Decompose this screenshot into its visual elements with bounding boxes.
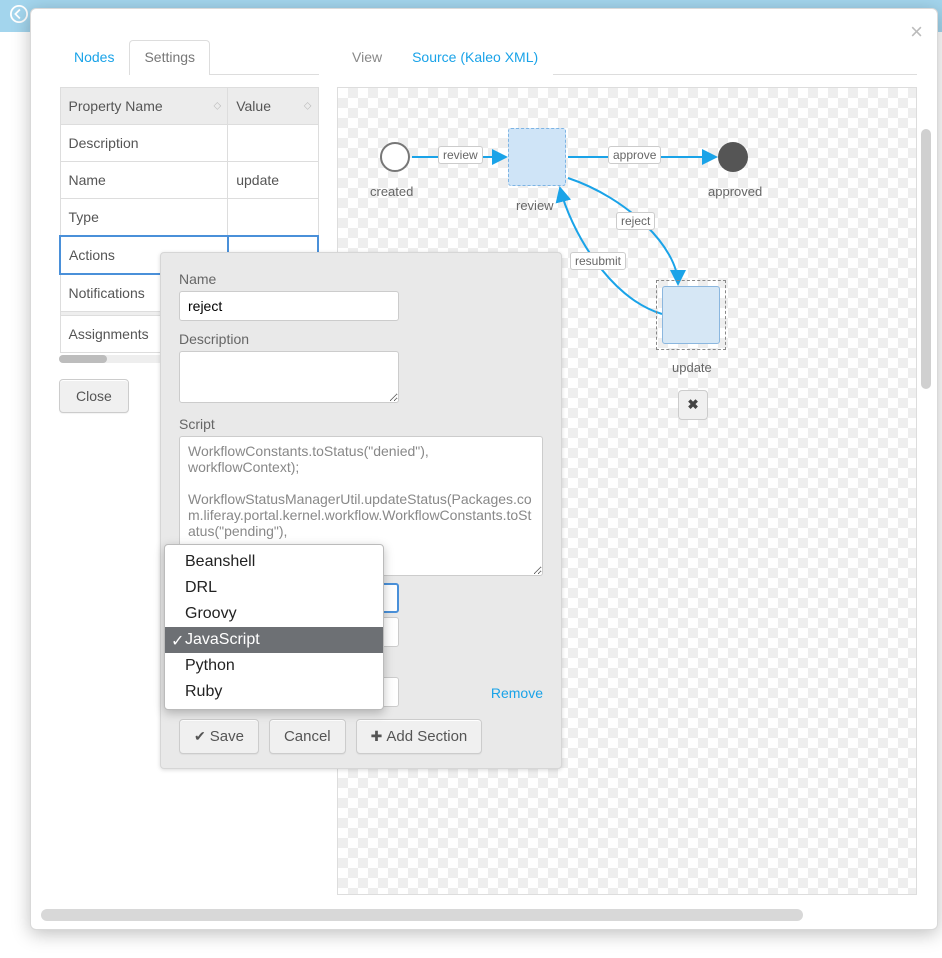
node-label: update: [672, 360, 712, 375]
right-tabs: View Source (Kaleo XML): [337, 39, 917, 75]
sort-icon: ◇: [214, 101, 222, 112]
description-field[interactable]: [179, 351, 399, 403]
sort-icon: ◇: [304, 101, 312, 112]
script-label: Script: [179, 416, 543, 432]
name-field[interactable]: [179, 291, 399, 321]
tab-nodes[interactable]: Nodes: [59, 40, 129, 75]
add-section-button[interactable]: ✚Add Section: [356, 719, 483, 754]
node-label: approved: [708, 184, 762, 199]
save-button[interactable]: ✔Save: [179, 719, 259, 754]
delete-node-button[interactable]: ✖: [678, 390, 708, 420]
edge-label-review[interactable]: review: [438, 146, 483, 164]
edge-label-resubmit[interactable]: resubmit: [570, 252, 626, 270]
tab-view[interactable]: View: [337, 40, 397, 75]
node-update[interactable]: [662, 286, 720, 344]
dropdown-option[interactable]: DRL: [165, 575, 383, 601]
table-row[interactable]: Nameupdate: [60, 162, 318, 199]
dropdown-option[interactable]: Ruby: [165, 679, 383, 705]
script-language-dropdown[interactable]: BeanshellDRLGroovyJavaScriptPythonRuby: [164, 544, 384, 710]
dropdown-option[interactable]: Beanshell: [165, 549, 383, 575]
left-tabs: Nodes Settings: [59, 39, 319, 75]
edge-label-reject[interactable]: reject: [616, 212, 655, 230]
tab-source[interactable]: Source (Kaleo XML): [397, 40, 553, 75]
node-review[interactable]: [508, 128, 566, 186]
node-approved[interactable]: [718, 142, 748, 172]
check-icon: ✔: [194, 728, 206, 744]
close-icon[interactable]: ×: [910, 21, 923, 43]
dropdown-option[interactable]: Groovy: [165, 601, 383, 627]
edge-label-approve[interactable]: approve: [608, 146, 661, 164]
description-label: Description: [179, 331, 543, 347]
table-row[interactable]: Description: [60, 125, 318, 162]
modal-vscroll[interactable]: [921, 129, 931, 909]
plus-icon: ✚: [371, 728, 383, 744]
col-property-name[interactable]: Property Name◇: [60, 88, 228, 125]
node-created[interactable]: [380, 142, 410, 172]
dropdown-option[interactable]: Python: [165, 653, 383, 679]
remove-link[interactable]: Remove: [491, 685, 543, 701]
col-value[interactable]: Value◇: [228, 88, 318, 125]
dropdown-option[interactable]: JavaScript: [165, 627, 383, 653]
node-label: created: [370, 184, 413, 199]
back-icon[interactable]: [10, 5, 28, 27]
tab-settings[interactable]: Settings: [129, 40, 210, 75]
name-label: Name: [179, 271, 543, 287]
table-row[interactable]: Type: [60, 199, 318, 237]
close-button[interactable]: Close: [59, 379, 129, 413]
cancel-button[interactable]: Cancel: [269, 719, 346, 754]
modal-hscroll[interactable]: [41, 909, 927, 921]
node-label: review: [516, 198, 554, 213]
